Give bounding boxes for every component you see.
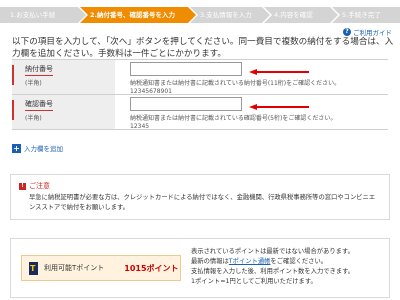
payment-number-label: 納付番号: [25, 64, 53, 76]
confirmation-number-row: 確認番号 (半角) 納税通知書または納付書に記載されている確認番号(5桁)をご確…: [12, 95, 388, 130]
required-marker: [12, 100, 14, 120]
payment-number-input[interactable]: [130, 62, 242, 76]
t-point-info: 表示されているポイントは最新ではない場合があります。 最新の情報はTポイント通帳…: [191, 247, 386, 287]
payment-number-row: 納付番号 (半角) 納税通知書または納付書に記載されている納付番号(11桁)をご…: [12, 60, 388, 95]
payment-number-example: 12345678901: [130, 88, 172, 95]
step-3-label: 3.支払情報を入力: [200, 11, 252, 19]
t-point-info-line-4: 1ポイント=1円としてご利用いただけます。: [191, 278, 317, 285]
t-point-info-prefix: 最新の情報は: [191, 258, 229, 265]
add-input-row-label: 入力欄を追加: [24, 145, 63, 153]
step-3: 3.支払情報を入力: [190, 7, 272, 23]
t-point-info-line-1: 表示されているポイントは最新ではない場合があります。: [191, 248, 354, 255]
confirmation-number-example: 12345: [130, 123, 150, 130]
t-point-value: 1015ポイント: [124, 263, 179, 273]
add-input-row-link[interactable]: + 入力欄を追加: [12, 143, 63, 153]
notice-box: ! ご注意 早急に納税証明書が必要な方は、クレジットカードによる納付ではなく、金…: [10, 174, 390, 220]
confirmation-number-label: 確認番号: [25, 99, 53, 111]
confirmation-number-input[interactable]: [130, 97, 242, 111]
payment-number-hint: 納税通知書または納付書に記載されている納付番号(11桁)をご確認ください。: [130, 80, 341, 87]
warning-icon: !: [19, 182, 26, 190]
step-4-label: 4.内容を確認: [274, 11, 313, 19]
t-point-balance: 利用可能Tポイント 1015ポイント: [21, 255, 181, 281]
notice-text: 早急に納税証明書が必要な方は、クレジットカードによる納付ではなく、金融機関、行政…: [29, 194, 376, 211]
payment-number-form: 納付番号 (半角) 納税通知書または納付書に記載されている納付番号(11桁)をご…: [12, 59, 388, 130]
instructions-text: 以下の項目を入力して、「次へ」ボタンを押してください。同一費目で複数の納付をする…: [12, 37, 394, 59]
t-point-panel: 利用可能Tポイント 1015ポイント 表示されているポイントは最新ではない場合が…: [10, 238, 390, 298]
step-2-current: 2.納付番号、確認番号を入力: [80, 7, 198, 23]
t-point-info-line-3: 支払情報を入力した後、利用ポイント数を入力できます。: [191, 268, 355, 275]
confirmation-number-hint: 納税通知書または納付書に記載されている確認番号(5桁)をご確認ください。: [130, 115, 337, 122]
t-point-passbook-link[interactable]: Tポイント通帳: [229, 258, 271, 265]
help-icon: ?: [343, 28, 351, 36]
step-5-label: 5.手続き完了: [342, 11, 381, 19]
plus-icon: +: [12, 143, 21, 153]
notice-title: ご注意: [29, 182, 50, 190]
red-arrow-annotation: [249, 69, 309, 75]
payment-number-halfwidth-note: (半角): [25, 80, 42, 87]
step-2-label: 2.納付番号、確認番号を入力: [90, 11, 175, 19]
step-4: 4.内容を確認: [264, 7, 340, 23]
step-5: 5.手続き完了: [332, 7, 400, 23]
t-point-card-icon: [29, 261, 38, 275]
required-marker: [12, 65, 14, 85]
confirmation-number-halfwidth-note: (半角): [25, 115, 42, 122]
t-point-info-suffix: をご確認ください。: [270, 258, 328, 265]
step-1-label: 1.お支払い手続: [10, 11, 56, 19]
t-point-label: 利用可能Tポイント: [44, 264, 105, 272]
red-arrow-annotation: [249, 104, 309, 110]
step-progress-bar: 1.お支払い手続 2.納付番号、確認番号を入力 3.支払情報を入力 4.内容を確…: [0, 7, 400, 23]
step-1: 1.お支払い手続: [0, 7, 88, 23]
